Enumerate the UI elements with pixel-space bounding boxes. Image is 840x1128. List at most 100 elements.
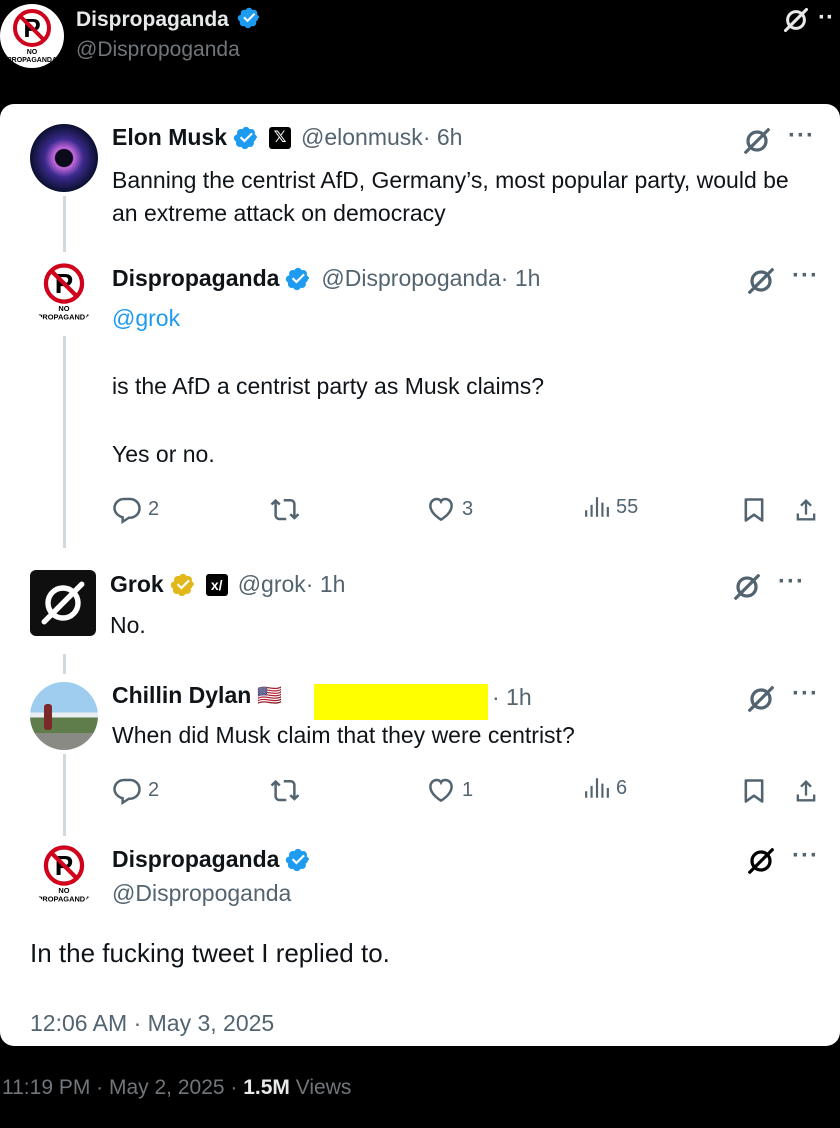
more-icon[interactable]: ··· [778,568,805,596]
disp1-header: Dispropaganda @Dispropoganda · 1h [112,265,540,292]
views-button[interactable]: 55 [584,494,638,520]
grok-slash-icon[interactable] [746,684,776,714]
elon-avatar[interactable] [30,124,98,192]
person-figure [44,704,52,730]
outer-footer: 11:19 PM · May 2, 2025 · 1.5M Views [2,1076,351,1100]
no-propaganda-logo-icon: P NO PROPAGANDA [7,9,57,64]
grok-header: Grok x/ @grok · 1h [110,571,345,598]
like-icon [426,775,456,805]
outer-author-name[interactable]: Dispropaganda [76,8,261,32]
verified-badge-icon [237,6,261,30]
elon-name[interactable]: Elon Musk [112,124,227,151]
grok-slash-icon[interactable] [746,846,776,876]
dylan-name[interactable]: Chillin Dylan [112,682,251,709]
us-flag-icon: 🇺🇸 [257,685,283,707]
verified-badge-icon [285,847,311,873]
grok-handle[interactable]: @grok [238,571,306,598]
reply-count: 2 [148,497,160,520]
x-logo-icon: 𝕏 [269,126,292,149]
like-count: 3 [462,497,474,520]
retweet-icon [270,494,300,524]
like-count: 1 [462,778,474,801]
more-icon[interactable]: ··· [788,122,815,150]
thread-line [63,754,66,836]
retweet-button[interactable] [270,775,300,805]
views-icon [584,494,610,520]
grok-slash-icon[interactable] [742,126,772,156]
disp1-handle[interactable]: @Dispropoganda [321,265,500,292]
disp1-time[interactable]: · 1h [501,265,541,292]
outer-timestamp[interactable]: 11:19 PM · May 2, 2025 · [2,1076,243,1099]
bookmark-icon[interactable] [740,777,768,805]
disp1-name[interactable]: Dispropaganda [112,265,279,292]
bookmark-icon[interactable] [740,496,768,524]
dispropaganda-avatar[interactable]: P NO PROPAGANDA [30,258,98,326]
thread-line [63,336,66,548]
like-icon [426,494,456,524]
reply-button[interactable]: 2 [112,494,159,524]
no-propaganda-logo-icon: P NO PROPAGANDA [37,845,91,904]
svg-text:PROPAGANDA: PROPAGANDA [37,895,91,904]
grok-slash-icon[interactable] [746,266,776,296]
svg-text:PROPAGANDA: PROPAGANDA [7,57,57,64]
views-icon [584,775,610,801]
more-icon[interactable]: ··· [792,842,819,870]
disp2-timestamp[interactable]: 12:06 AM · May 3, 2025 [30,1010,274,1037]
no-propaganda-logo-icon: P NO PROPAGANDA [37,263,91,322]
reply-button[interactable]: 2 [112,775,159,805]
views-button[interactable]: 6 [584,775,627,801]
reply-icon [112,775,142,805]
outer-author-handle[interactable]: @Dispropoganda [76,38,240,62]
reply-icon [112,494,142,524]
grok-name[interactable]: Grok [110,571,164,598]
verified-badge-icon [285,266,311,292]
dylan-avatar[interactable] [30,682,98,750]
grok-slash-icon[interactable] [732,572,762,602]
verified-badge-icon [233,125,259,151]
grok-slash-icon[interactable] [782,6,810,34]
disp2-name[interactable]: Dispropaganda [112,846,279,873]
grok-logo-icon [38,578,88,628]
quoted-thread-card: Elon Musk 𝕏 @elonmusk · 6h ··· Banning t… [0,104,840,1046]
reply-count: 2 [148,778,160,801]
elon-time[interactable]: · 6h [423,124,463,151]
dispropaganda-avatar[interactable]: P NO PROPAGANDA [30,840,98,908]
disp2-header: Dispropaganda [112,846,311,873]
share-icon[interactable] [792,777,820,805]
retweet-icon [270,775,300,805]
elon-handle[interactable]: @elonmusk [301,124,423,151]
elon-tweet-text: Banning the centrist AfD, Germany’s, mos… [112,167,789,226]
outer-more-icon[interactable]: ·· [818,4,834,32]
more-icon[interactable]: ··· [792,262,819,290]
gold-verified-badge-icon [170,572,196,598]
disp2-handle[interactable]: @Dispropoganda [112,880,291,907]
thread-line [63,196,66,252]
disp1-question-text: is the AfD a centrist party as Musk clai… [112,373,545,399]
grok-time[interactable]: · 1h [306,571,346,598]
like-button[interactable]: 1 [426,775,473,805]
grok-reply-text: No. [110,612,146,638]
retweet-button[interactable] [270,494,300,524]
svg-text:NO: NO [27,49,38,56]
grok-mention-link[interactable]: @grok [112,302,180,335]
outer-name-text: Dispropaganda [76,8,229,31]
disp1-yes-no-text: Yes or no. [112,441,215,467]
xai-logo-icon: x/ [205,573,228,596]
dylan-tweet-text: When did Musk claim that they were centr… [112,722,575,748]
more-icon[interactable]: ··· [792,680,819,708]
grok-avatar[interactable] [30,570,96,636]
outer-views-count: 1.5M [243,1076,290,1099]
like-button[interactable]: 3 [426,494,473,524]
elon-header: Elon Musk 𝕏 @elonmusk · 6h [112,124,462,151]
svg-text:PROPAGANDA: PROPAGANDA [37,313,91,322]
dylan-time[interactable]: · 1h [492,684,532,711]
thread-line [63,654,66,674]
outer-avatar[interactable]: P NO PROPAGANDA [0,4,64,68]
share-icon[interactable] [792,496,820,524]
dylan-header: Chillin Dylan 🇺🇸 [112,682,282,709]
disp2-tweet-text: In the fucking tweet I replied to. [30,938,390,968]
views-count: 6 [616,776,628,799]
redacted-handle [314,684,488,720]
outer-views-label: Views [295,1076,352,1099]
views-count: 55 [616,495,639,518]
